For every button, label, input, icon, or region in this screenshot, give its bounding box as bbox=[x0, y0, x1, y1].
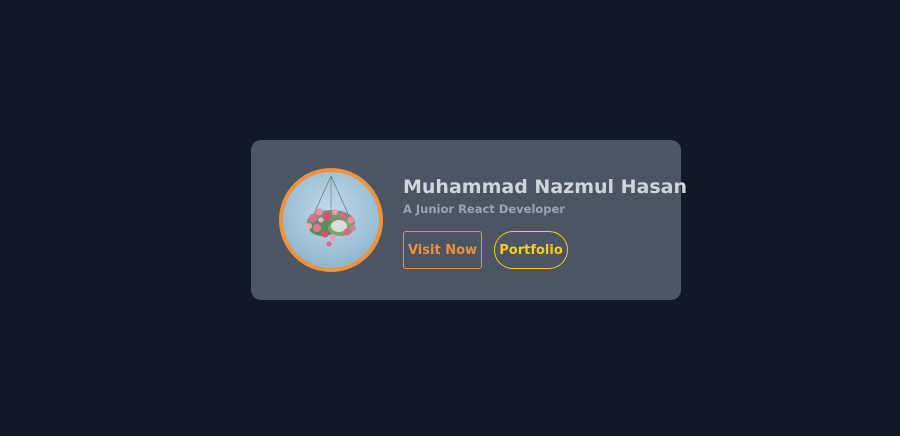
profile-actions: Visit Now Portfolio bbox=[403, 231, 673, 269]
avatar bbox=[279, 168, 383, 272]
portfolio-button[interactable]: Portfolio bbox=[494, 231, 568, 269]
profile-title: A Junior React Developer bbox=[403, 202, 565, 216]
profile-info: Muhammad Nazmul Hasan A Junior React Dev… bbox=[403, 174, 688, 269]
page: Muhammad Nazmul Hasan A Junior React Dev… bbox=[0, 0, 900, 436]
flower-basket-icon bbox=[306, 175, 356, 247]
profile-card: Muhammad Nazmul Hasan A Junior React Dev… bbox=[251, 140, 688, 300]
profile-name: Muhammad Nazmul Hasan bbox=[403, 176, 688, 198]
visit-now-button[interactable]: Visit Now bbox=[403, 231, 482, 269]
